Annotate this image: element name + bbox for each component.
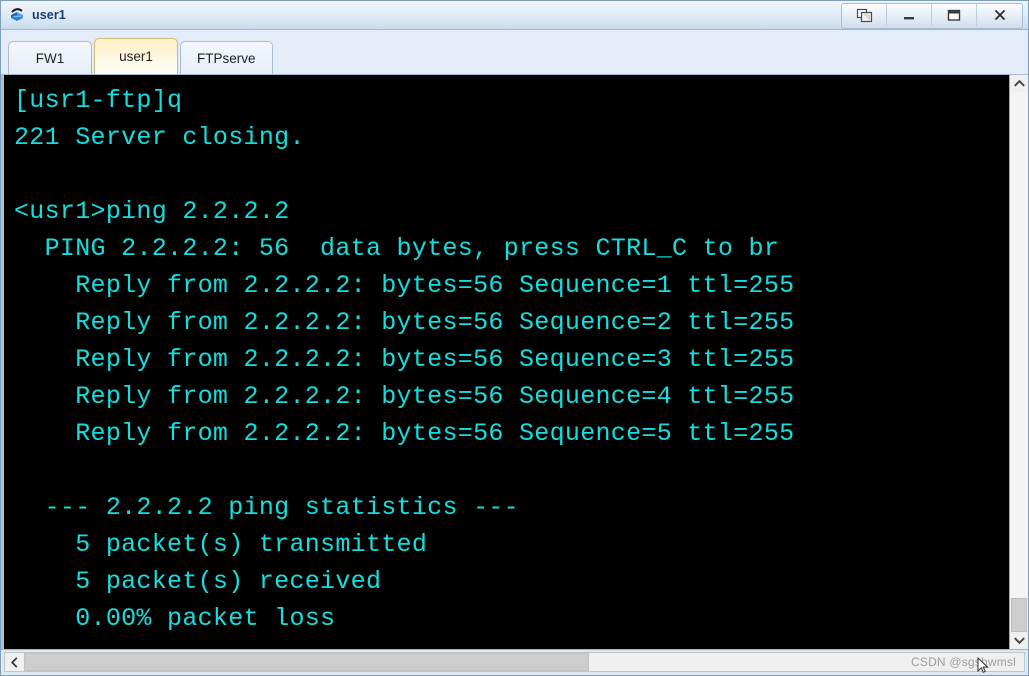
router-icon [8, 6, 27, 25]
mouse-cursor-icon [977, 657, 989, 673]
chevron-up-icon[interactable] [1010, 75, 1028, 92]
vertical-scroll-track[interactable] [1010, 92, 1028, 632]
window-controls [841, 3, 1023, 29]
tab-strip: FW1 user1 FTPserve [1, 30, 1028, 75]
terminal-line: <usr1>ping 2.2.2.2 [14, 197, 290, 226]
terminal-line: --- 2.2.2.2 ping statistics --- [14, 493, 519, 522]
terminal-line: 5 packet(s) transmitted [14, 530, 428, 559]
terminal-area: [usr1-ftp]q 221 Server closing. <usr1>pi… [1, 75, 1028, 649]
minimize-button[interactable] [887, 4, 932, 26]
restore-button[interactable] [842, 4, 887, 26]
terminal-window: user1 FW1 user1 FTPserve [usr1-ftp]q 221… [0, 0, 1029, 676]
terminal-line: Reply from 2.2.2.2: bytes=56 Sequence=5 … [14, 419, 795, 448]
title-bar: user1 [1, 1, 1028, 30]
window-title: user1 [32, 8, 66, 22]
horizontal-scroll-track[interactable]: CSDN @sgshwmsl [24, 652, 1025, 673]
vertical-scroll-thumb[interactable] [1011, 598, 1027, 632]
horizontal-scroll-thumb[interactable] [24, 653, 589, 671]
vertical-scrollbar[interactable] [1009, 75, 1028, 649]
tab-ftpserve[interactable]: FTPserve [180, 41, 273, 74]
terminal-line: 221 Server closing. [14, 123, 305, 152]
chevron-left-icon[interactable] [4, 652, 24, 672]
tab-fw1[interactable]: FW1 [8, 41, 92, 74]
terminal-line: [usr1-ftp]q [14, 86, 183, 115]
terminal-line: Reply from 2.2.2.2: bytes=56 Sequence=4 … [14, 382, 795, 411]
terminal-line: PING 2.2.2.2: 56 data bytes, press CTRL_… [14, 234, 780, 263]
tab-label: FW1 [35, 50, 65, 66]
terminal-line: 0.00% packet loss [14, 604, 336, 633]
tab-label: FTPserve [197, 50, 256, 66]
tab-label: user1 [119, 49, 153, 64]
watermark-text: CSDN @sgshwmsl [911, 655, 1016, 669]
tab-user1[interactable]: user1 [94, 38, 178, 74]
horizontal-scrollbar[interactable]: CSDN @sgshwmsl [1, 649, 1028, 675]
close-button[interactable] [977, 4, 1022, 26]
terminal-line: 5 packet(s) received [14, 567, 382, 596]
terminal-line: Reply from 2.2.2.2: bytes=56 Sequence=2 … [14, 308, 795, 337]
terminal-line: Reply from 2.2.2.2: bytes=56 Sequence=1 … [14, 271, 795, 300]
terminal-output[interactable]: [usr1-ftp]q 221 Server closing. <usr1>pi… [4, 75, 1009, 649]
chevron-down-icon[interactable] [1010, 632, 1028, 649]
terminal-line: Reply from 2.2.2.2: bytes=56 Sequence=3 … [14, 345, 795, 374]
maximize-button[interactable] [932, 4, 977, 26]
